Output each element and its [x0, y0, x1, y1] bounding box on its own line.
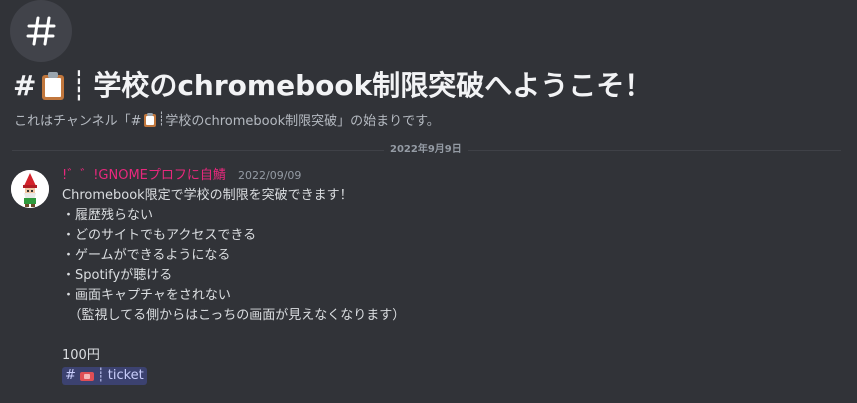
mention-divider: ┊: [96, 368, 105, 383]
message-line: ・画面キャプチャをされない: [62, 288, 231, 303]
message-line: ・どのサイトでもアクセスできる: [62, 228, 257, 243]
message-timestamp[interactable]: 2022/09/09: [238, 169, 301, 182]
subtitle-suffix: 」の始まりです。: [337, 114, 440, 129]
clipboard-icon: [143, 112, 156, 127]
message-line: Chromebook限定で学校の制限を突破できます！: [62, 188, 353, 203]
ticket-icon: [79, 371, 94, 381]
gnome-avatar[interactable]: [11, 170, 49, 208]
message-line: [62, 326, 405, 346]
mention-name: ticket: [107, 368, 144, 383]
message-content: Chromebook限定で学校の制限を突破できます！ ・履歴残らない ・どのサイ…: [62, 186, 405, 386]
message-username[interactable]: !゛゛!GNOMEプロフに自鯖: [62, 168, 226, 183]
message-line: 100円: [62, 348, 100, 363]
mention-hash: #: [65, 368, 76, 383]
message-line: ・履歴残らない: [62, 208, 154, 223]
welcome-subtitle: これはチャンネル「# ┊ 学校のchromebook制限突破 」の始まりです。: [14, 110, 440, 129]
welcome-title: # ┊ 学校のchromebook制限突破へようこそ！: [13, 66, 652, 106]
subtitle-prefix: これはチャンネル「#: [14, 114, 142, 129]
message-line: ・Spotifyが聴ける: [62, 268, 173, 283]
title-divider: ┊: [70, 69, 88, 102]
message-line: # ┊ ticket: [62, 366, 405, 386]
message-header: !゛゛!GNOMEプロフに自鯖 2022/09/09: [62, 166, 301, 186]
subtitle-channel: 学校のchromebook制限突破: [165, 114, 338, 129]
clipboard-icon: [42, 72, 65, 100]
hash-icon: [10, 0, 72, 62]
channel-mention-ticket[interactable]: # ┊ ticket: [62, 367, 147, 385]
date-divider-label: 2022年9月9日: [384, 143, 468, 157]
title-text: 学校のchromebook制限突破へようこそ！: [93, 69, 653, 102]
message-line: ・ゲームができるようになる: [62, 248, 231, 263]
message-line: （監視してる側からはこっちの画面が見えなくなります）: [62, 308, 406, 323]
channel-welcome-view: # ┊ 学校のchromebook制限突破へようこそ！ これはチャンネル「# ┊…: [0, 0, 857, 403]
subtitle-divider: ┊: [157, 112, 166, 127]
title-hash: #: [13, 69, 37, 102]
